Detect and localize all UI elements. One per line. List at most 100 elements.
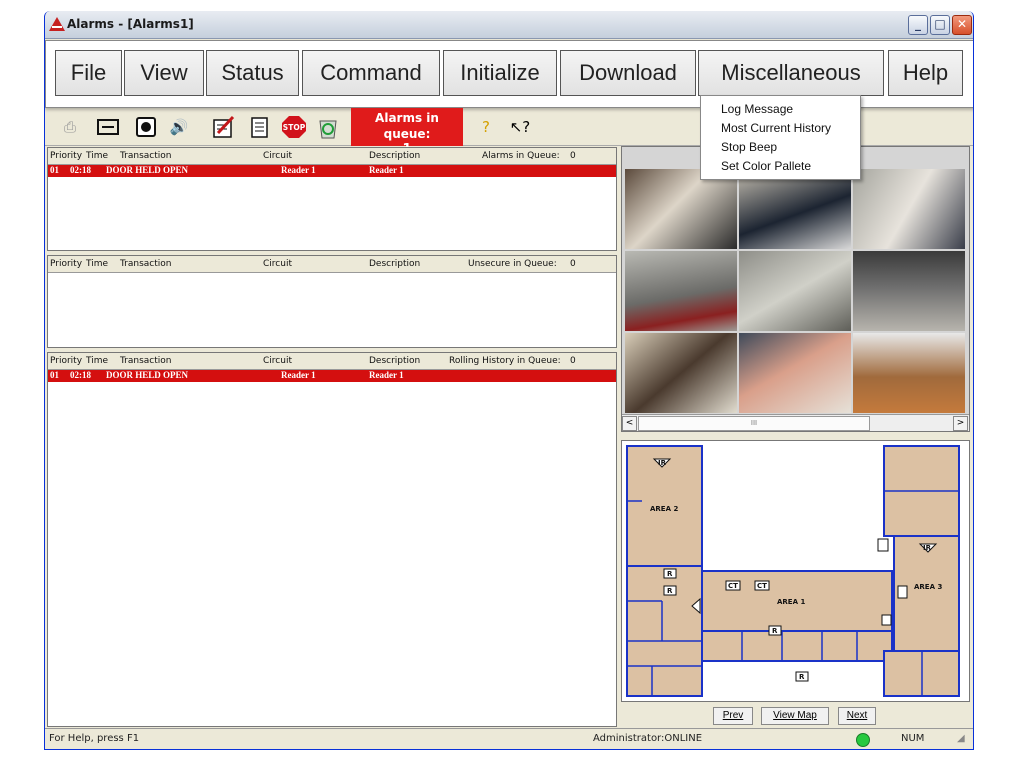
floor-map: AREA 2 AREA 1 AREA 3 IR IR R R R R CT CT: [621, 440, 970, 702]
reader-label: R: [667, 587, 673, 595]
menu-file[interactable]: File: [55, 50, 122, 96]
map-navigation: Prev View Map Next: [621, 704, 970, 728]
maximize-button[interactable]: □: [930, 15, 950, 35]
col-priority: Priority: [50, 259, 83, 269]
reader-label: R: [667, 570, 673, 578]
col-description: Description: [369, 356, 421, 366]
col-transaction: Transaction: [120, 259, 172, 269]
col-circuit: Circuit: [263, 151, 292, 161]
row-circuit: Reader 1: [281, 370, 316, 380]
num-lock-indicator: NUM: [901, 733, 925, 744]
table-row[interactable]: 01 02:18 DOOR HELD OPEN Reader 1 Reader …: [48, 165, 616, 177]
edit-icon[interactable]: [211, 115, 237, 139]
resize-grip-icon[interactable]: ◢: [957, 733, 965, 744]
help-hint: For Help, press F1: [49, 733, 140, 744]
ir-label: IR: [923, 544, 932, 552]
row-time: 02:18: [70, 370, 91, 380]
row-description: Reader 1: [369, 370, 404, 380]
camera-feed-6[interactable]: [853, 251, 965, 331]
scroll-thumb[interactable]: III: [638, 416, 870, 431]
menu-download[interactable]: Download: [560, 50, 696, 96]
camera-feed-2[interactable]: [739, 169, 851, 249]
user-status: Administrator:ONLINE: [593, 733, 703, 744]
unsecure-pane: Priority Time Transaction Circuit Descri…: [47, 255, 617, 348]
col-circuit: Circuit: [263, 259, 292, 269]
title-bar: Alarms - [Alarms1] _ □ ✕: [45, 11, 973, 39]
svg-text:STOP: STOP: [283, 123, 306, 132]
minimize-button[interactable]: _: [908, 15, 928, 35]
col-transaction: Transaction: [120, 356, 172, 366]
scroll-right-icon[interactable]: >: [953, 416, 968, 431]
stop-icon[interactable]: STOP: [281, 115, 307, 139]
menu-item-set-color-pallete[interactable]: Set Color Pallete: [701, 157, 860, 176]
reader-icon[interactable]: [881, 614, 892, 626]
menu-item-stop-beep[interactable]: Stop Beep: [701, 138, 860, 157]
reader-icon[interactable]: [877, 538, 889, 552]
map-label-area-3: AREA 3: [914, 583, 942, 591]
reader-label: R: [772, 627, 778, 635]
next-button[interactable]: Next: [838, 707, 876, 725]
map-lower-corridor: [701, 630, 893, 662]
window-title: Alarms - [Alarms1]: [67, 17, 194, 31]
menu-help[interactable]: Help: [888, 50, 963, 96]
reader-icon[interactable]: [897, 585, 908, 599]
camera-scrollbar[interactable]: < III >: [622, 414, 969, 431]
speaker-icon[interactable]: 🔊: [166, 115, 192, 139]
menu-command[interactable]: Command: [302, 50, 440, 96]
menu-item-most-current-history[interactable]: Most Current History: [701, 119, 860, 138]
table-row[interactable]: 01 02:18 DOOR HELD OPEN Reader 1 Reader …: [48, 370, 616, 382]
floor-map-drawing: AREA 2 AREA 1 AREA 3 IR IR R R R R CT CT: [626, 445, 960, 697]
col-time: Time: [86, 259, 109, 269]
col-priority: Priority: [50, 356, 83, 366]
alarms-pane-header: Priority Time Transaction Circuit Descri…: [48, 148, 616, 165]
history-queue-count: 0: [570, 356, 576, 366]
col-description: Description: [369, 259, 421, 269]
history-pane-header: Priority Time Transaction Circuit Descri…: [48, 353, 616, 370]
contact-label: CT: [757, 582, 767, 590]
minus-icon[interactable]: [95, 115, 121, 139]
row-transaction: DOOR HELD OPEN: [106, 370, 189, 380]
contact-label: CT: [728, 582, 738, 590]
prev-button[interactable]: Prev: [713, 707, 753, 725]
alarms-pane: Priority Time Transaction Circuit Descri…: [47, 147, 617, 251]
camera-feed-3[interactable]: [853, 169, 965, 249]
help-icon[interactable]: ?: [473, 115, 499, 139]
menu-item-log-message[interactable]: Log Message: [701, 100, 860, 119]
history-pane: Priority Time Transaction Circuit Descri…: [47, 352, 617, 727]
miscellaneous-dropdown: Log Message Most Current History Stop Be…: [700, 95, 861, 180]
camera-grid: < III >: [621, 146, 970, 432]
menu-status[interactable]: Status: [206, 50, 299, 96]
row-transaction: DOOR HELD OPEN: [106, 165, 189, 175]
unsecure-queue-label: Unsecure in Queue:: [468, 259, 557, 269]
alarms-window: Alarms - [Alarms1] _ □ ✕ File View Statu…: [44, 11, 974, 750]
row-priority: 01: [50, 370, 59, 380]
alarms-queue-label: Alarms in Queue:: [482, 151, 560, 161]
row-circuit: Reader 1: [281, 165, 316, 175]
menu-miscellaneous[interactable]: Miscellaneous: [698, 50, 884, 96]
col-time: Time: [86, 356, 109, 366]
close-button[interactable]: ✕: [952, 15, 972, 35]
record-icon[interactable]: [133, 115, 159, 139]
notepad-icon[interactable]: [247, 115, 273, 139]
camera-feed-1[interactable]: [625, 169, 737, 249]
scroll-left-icon[interactable]: <: [622, 416, 637, 431]
context-help-icon[interactable]: ↖?: [507, 115, 533, 139]
camera-feed-7[interactable]: [625, 333, 737, 413]
reader-label: R: [799, 673, 805, 681]
unsecure-queue-count: 0: [570, 259, 576, 269]
menu-view[interactable]: View: [124, 50, 204, 96]
camera-feed-5[interactable]: [739, 251, 851, 331]
map-label-area-1: AREA 1: [777, 598, 805, 606]
menu-initialize[interactable]: Initialize: [443, 50, 557, 96]
recycle-icon[interactable]: [315, 115, 341, 139]
alarms-queue-count: 0: [570, 151, 576, 161]
camera-feed-8[interactable]: [739, 333, 851, 413]
online-led-icon: [856, 733, 870, 747]
status-bar: For Help, press F1 Administrator:ONLINE …: [45, 728, 973, 749]
print-icon[interactable]: ⎙: [57, 115, 83, 139]
col-time: Time: [86, 151, 109, 161]
camera-feed-9[interactable]: [853, 333, 965, 413]
camera-feed-4[interactable]: [625, 251, 737, 331]
view-map-button[interactable]: View Map: [761, 707, 829, 725]
unsecure-pane-header: Priority Time Transaction Circuit Descri…: [48, 256, 616, 273]
